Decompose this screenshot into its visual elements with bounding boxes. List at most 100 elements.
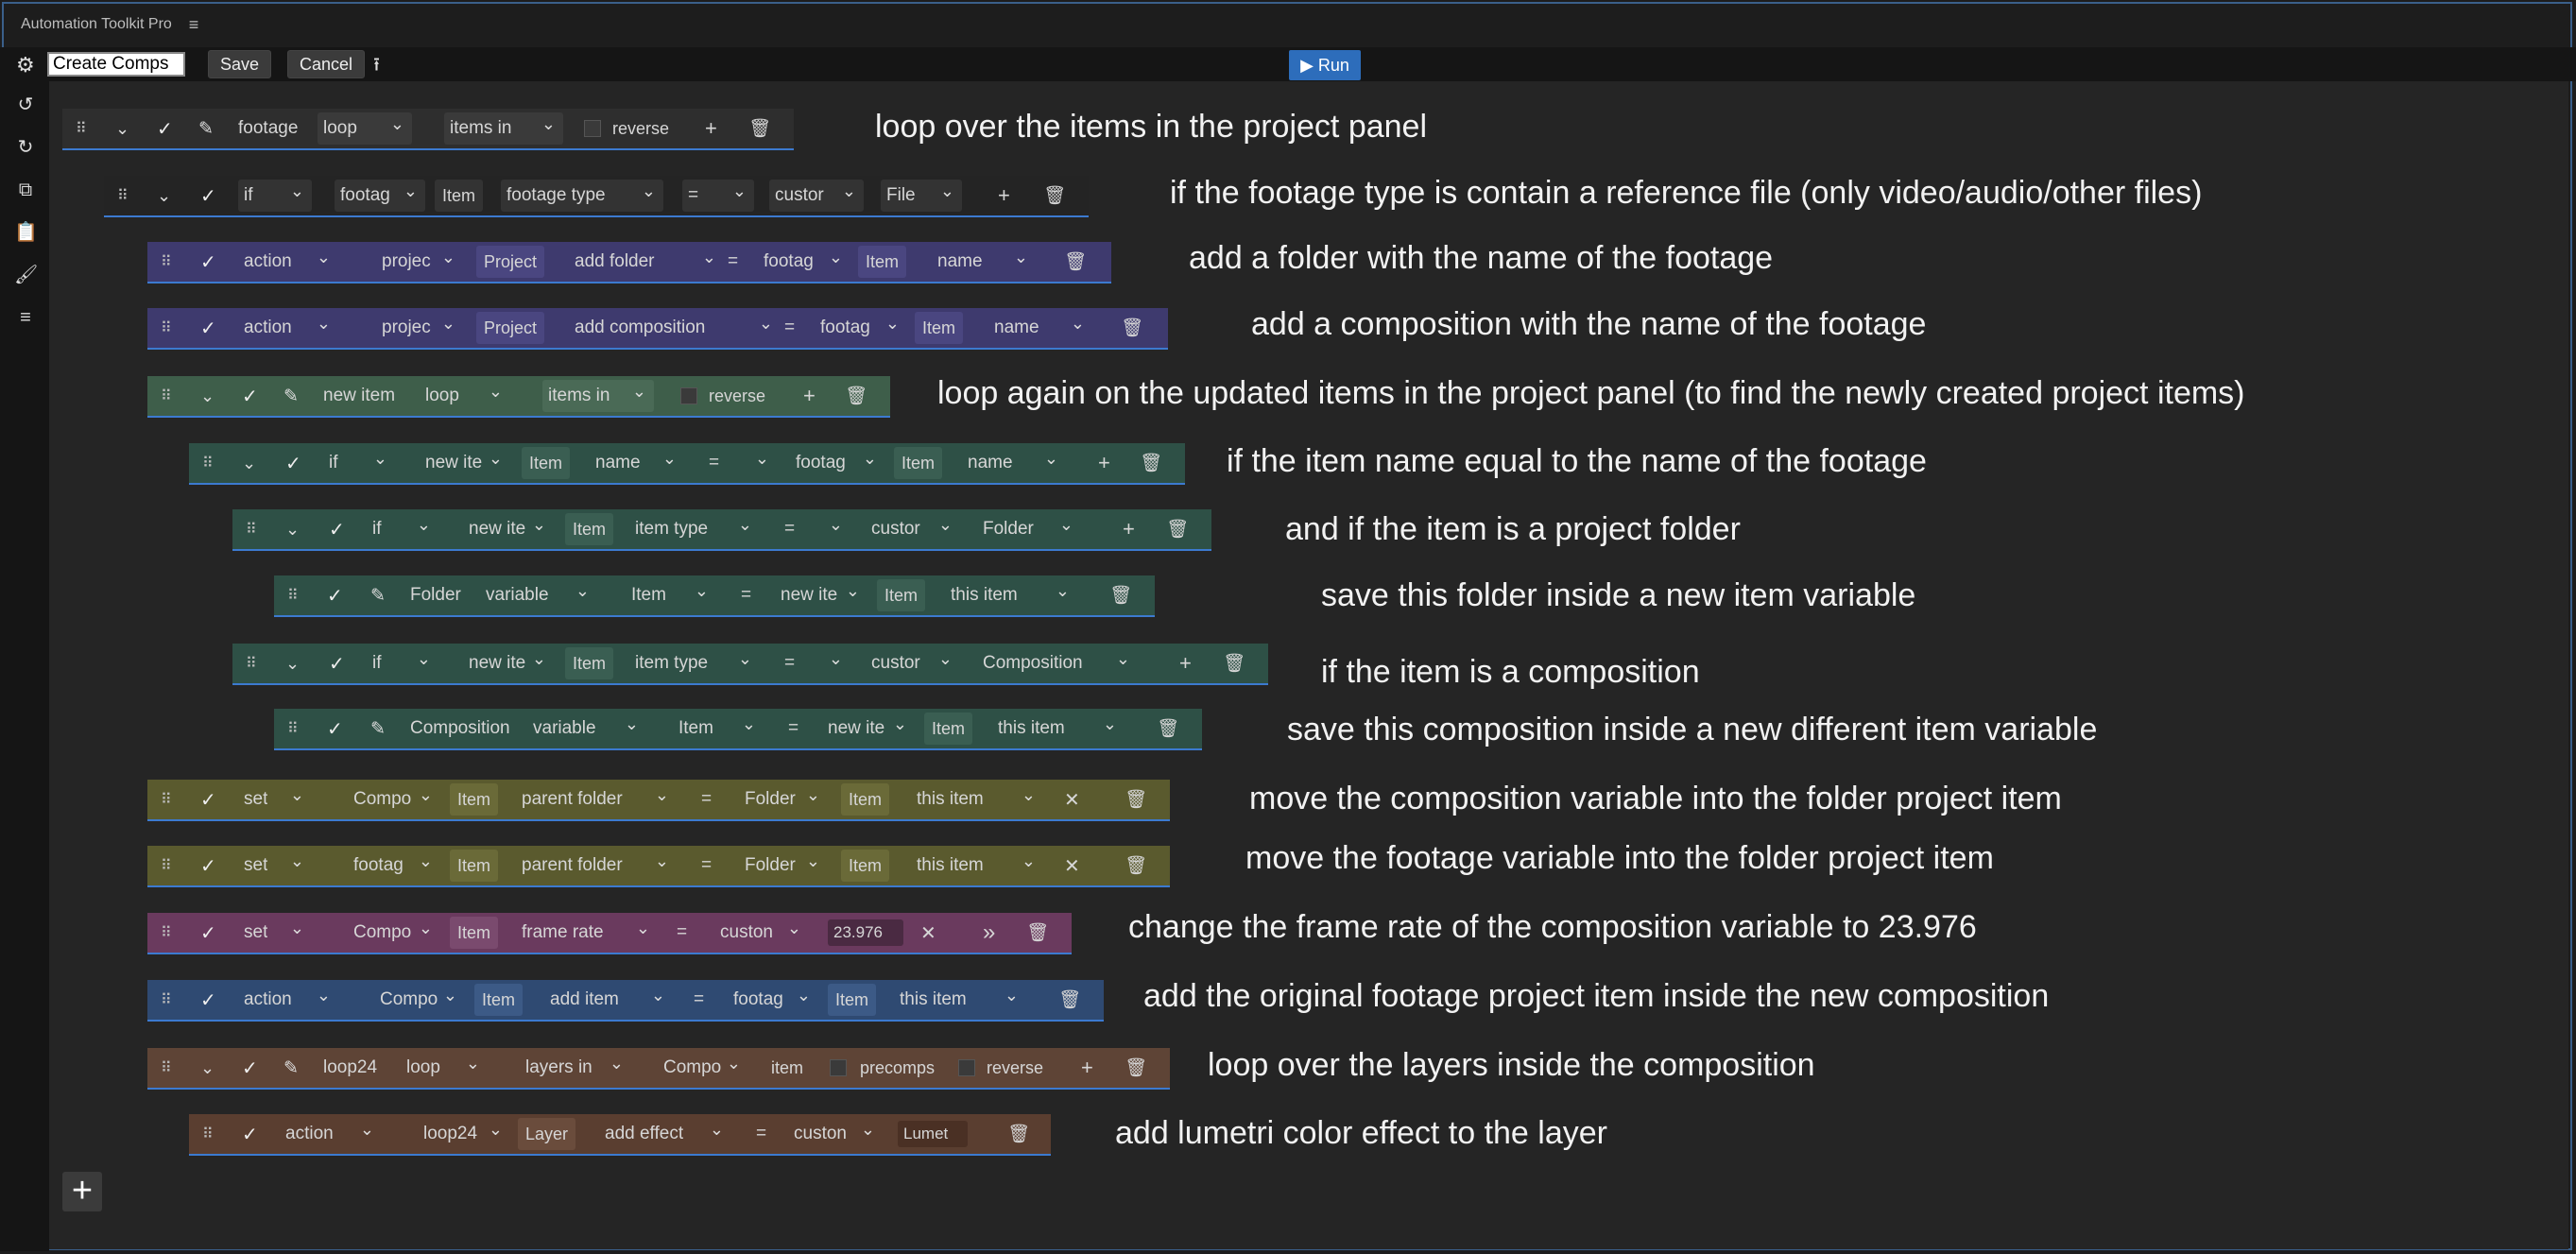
chevron-down-icon[interactable]: ⌄ <box>115 109 129 148</box>
method-select[interactable]: add effect <box>599 1118 731 1150</box>
drag-handle-icon[interactable]: ⠿ <box>202 1114 212 1154</box>
frame-rate-input[interactable]: 23.976 <box>828 919 903 946</box>
paste-icon[interactable]: 📋 <box>14 221 38 244</box>
variable-select[interactable]: footag <box>348 850 440 882</box>
trash-icon[interactable]: 🗑 <box>1125 846 1147 885</box>
drag-handle-icon[interactable]: ⠿ <box>202 443 212 483</box>
row-type-select[interactable]: variable <box>480 579 597 611</box>
precomps-checkbox[interactable] <box>830 1059 847 1076</box>
operator-select[interactable]: = <box>703 447 777 479</box>
trash-icon[interactable]: 🗑 <box>1125 1048 1147 1088</box>
condition-type-select[interactable]: if <box>367 513 438 545</box>
drag-handle-icon[interactable]: ⠿ <box>161 242 170 282</box>
property-select[interactable]: this item <box>911 783 1043 816</box>
value-type-select[interactable]: custor <box>866 513 960 545</box>
loop-variable-name[interactable]: footage <box>238 109 298 148</box>
argument-select[interactable]: footag <box>815 312 907 344</box>
variable-name[interactable]: Composition <box>410 709 510 748</box>
loop-source-select[interactable]: items in <box>444 112 563 145</box>
variable-select[interactable]: footag <box>335 180 425 212</box>
pencil-icon[interactable]: ✎ <box>370 709 386 748</box>
property-select[interactable]: name <box>988 312 1092 344</box>
trash-icon[interactable]: 🗑 <box>1007 1114 1030 1154</box>
pencil-icon[interactable]: ✎ <box>198 109 214 148</box>
enable-checkbox[interactable]: ✓ <box>200 308 216 348</box>
property-select[interactable]: name <box>590 447 684 479</box>
value-select[interactable]: Folder <box>977 513 1081 545</box>
condition-type-select[interactable]: if <box>238 180 312 212</box>
drag-handle-icon[interactable]: ⠿ <box>161 780 170 819</box>
copy-icon[interactable]: ⧉ <box>14 179 37 201</box>
drag-handle-icon[interactable]: ⠿ <box>76 109 85 148</box>
argument-select[interactable]: new ite <box>775 579 867 611</box>
add-icon[interactable]: + <box>705 109 717 148</box>
trash-icon[interactable]: 🗑 <box>748 109 771 148</box>
argument-select[interactable]: Folder <box>739 783 828 816</box>
composition-select[interactable]: Compo <box>658 1052 748 1084</box>
method-select[interactable]: add item <box>544 984 673 1016</box>
trash-icon[interactable]: 🗑 <box>1026 913 1049 953</box>
value-type-select[interactable]: custor <box>866 647 960 679</box>
cancel-button[interactable]: Cancel <box>287 50 366 78</box>
drag-handle-icon[interactable]: ⠿ <box>161 376 170 416</box>
pencil-icon[interactable]: ✎ <box>283 376 299 416</box>
argument-select[interactable]: Folder <box>739 850 828 882</box>
row-type-select[interactable]: action <box>238 312 338 344</box>
property-select[interactable]: parent folder <box>516 850 677 882</box>
enable-checkbox[interactable]: ✓ <box>285 443 301 483</box>
property-select[interactable]: this item <box>992 713 1125 745</box>
method-select[interactable]: add composition <box>569 312 781 344</box>
row-type-select[interactable]: set <box>238 850 312 882</box>
trash-icon[interactable]: 🗑 <box>1140 443 1162 483</box>
playlist-add-icon[interactable]: ≡ <box>14 306 37 329</box>
enable-checkbox[interactable]: ✓ <box>327 709 343 748</box>
condition-type-select[interactable]: if <box>323 447 395 479</box>
effect-name-input[interactable]: Lumet <box>898 1121 968 1147</box>
enable-checkbox[interactable]: ✓ <box>242 1048 258 1088</box>
method-select[interactable]: add folder <box>569 246 724 278</box>
drag-handle-icon[interactable]: ⠿ <box>287 575 297 615</box>
loop-source-select[interactable]: items in <box>542 380 654 412</box>
value-type-select[interactable]: custor <box>769 180 864 212</box>
operator-select[interactable]: = <box>779 513 850 545</box>
enable-checkbox[interactable]: ✓ <box>200 980 216 1020</box>
chevron-down-icon[interactable]: ⌄ <box>242 443 256 483</box>
run-button[interactable]: ▶ Run <box>1289 50 1361 80</box>
clear-icon[interactable]: ✕ <box>1064 780 1080 819</box>
drag-handle-icon[interactable]: ⠿ <box>161 913 170 953</box>
trash-icon[interactable]: 🗑 <box>845 376 867 416</box>
enable-checkbox[interactable]: ✓ <box>157 109 173 148</box>
property-select[interactable]: this item <box>911 850 1043 882</box>
trash-icon[interactable]: 🗑 <box>1125 780 1147 819</box>
target-select[interactable]: projec <box>376 246 463 278</box>
operator-select[interactable]: = <box>682 180 754 212</box>
enable-checkbox[interactable]: ✓ <box>200 176 216 215</box>
loop-source-select[interactable]: layers in <box>520 1052 631 1084</box>
loop-variable-name[interactable]: loop24 <box>323 1048 377 1088</box>
trash-icon[interactable]: 🗑 <box>1058 980 1081 1020</box>
loop-variable-name[interactable]: new item <box>323 376 395 416</box>
row-type-select[interactable]: set <box>238 917 312 949</box>
row-type-select[interactable]: action <box>238 984 338 1016</box>
pencil-icon[interactable]: ✎ <box>370 575 386 615</box>
enable-checkbox[interactable]: ✓ <box>242 1114 258 1154</box>
variable-select[interactable]: new ite <box>463 513 554 545</box>
save-button[interactable]: Save <box>208 50 272 78</box>
drag-handle-icon[interactable]: ⠿ <box>161 1048 170 1088</box>
property-select[interactable]: name <box>932 246 1036 278</box>
enable-checkbox[interactable]: ✓ <box>200 913 216 953</box>
redo-icon[interactable]: ↻ <box>14 136 37 159</box>
enable-checkbox[interactable]: ✓ <box>200 846 216 885</box>
value-type-select[interactable]: custon <box>788 1118 883 1150</box>
loop-type-select[interactable]: loop <box>318 112 412 145</box>
loop-type-select[interactable]: loop <box>401 1052 488 1084</box>
trash-icon[interactable]: 🗑 <box>1157 709 1179 748</box>
pencil-icon[interactable]: ✎ <box>283 1048 299 1088</box>
trash-icon[interactable]: 🗑 <box>1223 644 1245 683</box>
target-select[interactable]: loop24 <box>418 1118 510 1150</box>
property-select[interactable]: footage type <box>501 180 663 212</box>
drag-handle-icon[interactable]: ⠿ <box>161 846 170 885</box>
enable-checkbox[interactable]: ✓ <box>329 509 345 549</box>
upload-icon[interactable]: ⭱ <box>373 51 380 83</box>
drag-handle-icon[interactable]: ⠿ <box>287 709 297 748</box>
